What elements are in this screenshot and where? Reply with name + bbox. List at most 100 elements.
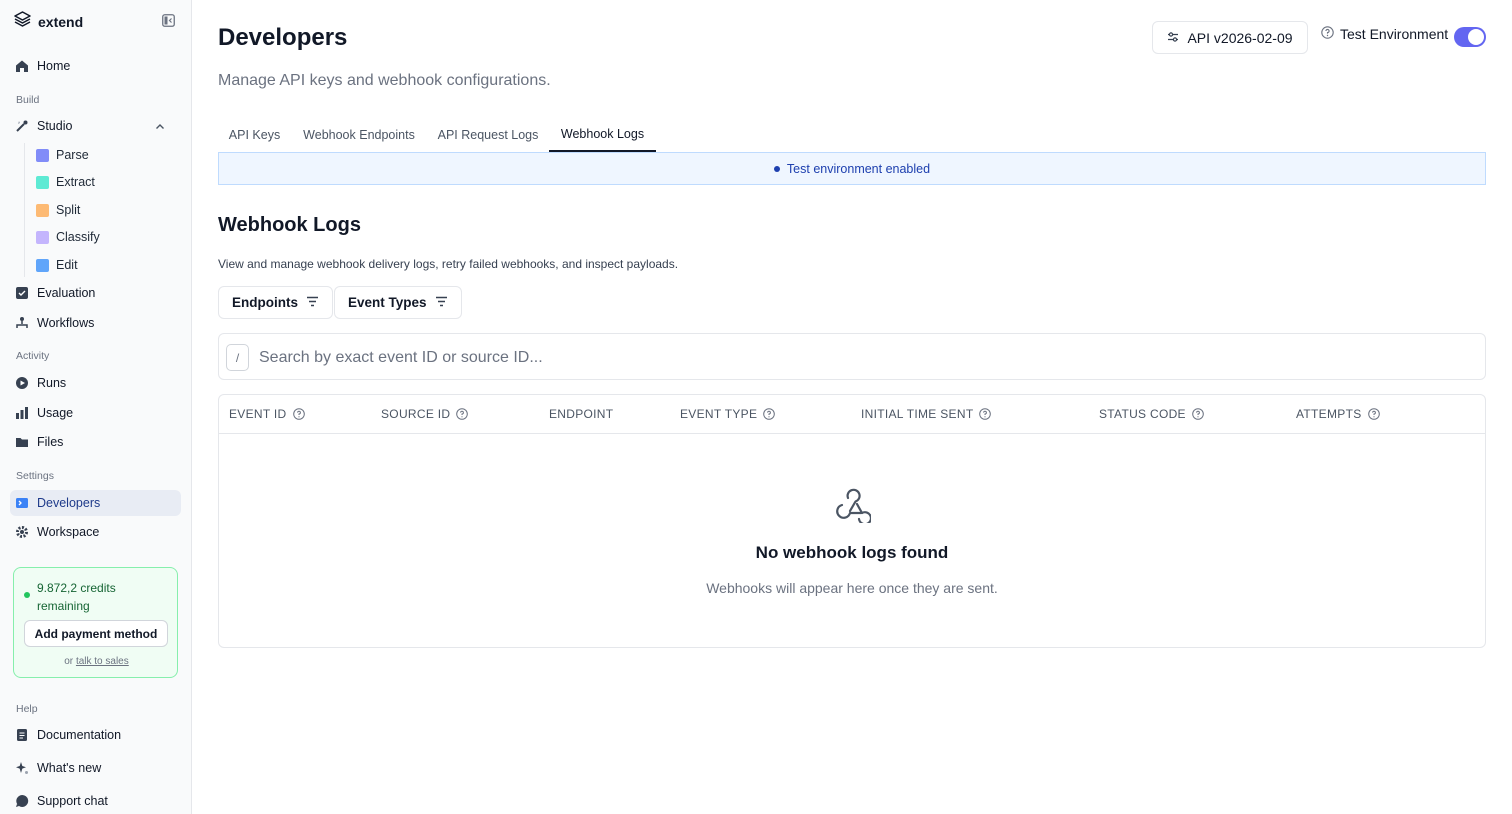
help-circle-icon[interactable] — [763, 408, 776, 420]
collapse-sidebar-icon[interactable] — [160, 12, 176, 28]
column-label: EVENT TYPE — [680, 407, 758, 421]
add-payment-method-button[interactable]: Add payment method — [24, 620, 168, 647]
sidebar-item-parse[interactable]: Parse — [36, 144, 176, 166]
column-header-endpoint[interactable]: ENDPOINT — [549, 407, 613, 421]
developers-icon — [15, 496, 29, 510]
test-environment-banner: Test environment enabled — [218, 152, 1486, 185]
help-circle-icon[interactable] — [1321, 26, 1334, 42]
sidebar-item-label: Extract — [56, 175, 95, 189]
sidebar-item-label: Runs — [37, 376, 67, 390]
sidebar-item-evaluation[interactable]: Evaluation — [10, 280, 181, 306]
tab-webhook-endpoints[interactable]: Webhook Endpoints — [291, 118, 427, 152]
column-label: STATUS CODE — [1099, 407, 1186, 421]
section-label-help: Help — [16, 703, 38, 715]
endpoints-filter-button[interactable]: Endpoints — [218, 286, 333, 319]
sidebar-item-support-chat[interactable]: Support chat — [10, 788, 181, 814]
studio-icon — [15, 119, 29, 133]
column-label: INITIAL TIME SENT — [861, 407, 974, 421]
credits-remaining: 9.872,2 credits remaining — [37, 581, 116, 613]
chevron-up-icon[interactable] — [155, 121, 165, 135]
talk-to-sales-link[interactable]: talk to sales — [76, 656, 129, 667]
banner-text: Test environment enabled — [786, 161, 931, 176]
test-environment-toggle[interactable] — [1454, 27, 1486, 47]
webhook-logs-table: EVENT ID SOURCE ID ENDPOINT EVENT TYPE I… — [218, 394, 1486, 648]
sidebar-item-developers[interactable]: Developers — [10, 490, 181, 516]
evaluation-icon — [15, 286, 29, 300]
page-title: Developers — [218, 24, 348, 51]
sidebar-item-label: Classify — [56, 230, 100, 244]
column-label: ATTEMPTS — [1296, 407, 1362, 421]
sidebar-item-label: Edit — [56, 258, 78, 272]
webhook-icon — [833, 485, 873, 526]
sidebar-item-workflows[interactable]: Workflows — [10, 310, 181, 336]
sidebar-item-studio[interactable]: Studio — [10, 113, 181, 139]
sidebar-item-label: Evaluation — [37, 286, 96, 300]
column-header-source-id[interactable]: SOURCE ID — [381, 407, 469, 421]
sidebar-item-usage[interactable]: Usage — [10, 400, 181, 426]
search-shortcut-key: / — [226, 344, 249, 371]
sidebar-item-workspace[interactable]: Workspace — [10, 519, 181, 545]
filter-icon — [306, 295, 319, 310]
credits-card: 9.872,2 credits remaining Add payment me… — [13, 567, 178, 678]
credits-status-dot — [24, 592, 30, 598]
document-icon — [15, 728, 29, 742]
sidebar-item-label: Parse — [56, 148, 89, 162]
talk-to-sales-line: or talk to sales — [14, 656, 179, 667]
api-version-label: API v2026-02-09 — [1187, 29, 1293, 46]
banner-dot — [773, 165, 780, 172]
sidebar-item-label: Workspace — [37, 525, 100, 539]
sidebar-item-whats-new[interactable]: What's new — [10, 755, 181, 781]
section-label-activity: Activity — [16, 350, 50, 362]
sidebar-item-runs[interactable]: Runs — [10, 370, 181, 396]
sidebar-item-files[interactable]: Files — [10, 429, 181, 455]
filter-label: Endpoints — [232, 295, 298, 310]
sidebar-item-label: Workflows — [37, 316, 95, 330]
sidebar-item-home[interactable]: Home — [10, 53, 181, 79]
search-input[interactable] — [259, 344, 1459, 371]
studio-sub-rail — [24, 143, 25, 277]
tab-api-request-logs[interactable]: API Request Logs — [427, 118, 549, 152]
extract-icon — [36, 175, 49, 189]
column-header-initial-time-sent[interactable]: INITIAL TIME SENT — [861, 407, 992, 421]
api-version-button[interactable]: API v2026-02-09 — [1152, 21, 1308, 54]
classify-icon — [36, 230, 49, 244]
sidebar-item-label: Documentation — [37, 728, 122, 742]
sidebar-item-extract[interactable]: Extract — [36, 171, 176, 193]
column-header-status-code[interactable]: STATUS CODE — [1099, 407, 1204, 421]
tab-api-keys[interactable]: API Keys — [218, 118, 291, 152]
bar-chart-icon — [15, 406, 29, 420]
sidebar-item-label: Support chat — [37, 794, 108, 808]
sidebar-item-split[interactable]: Split — [36, 199, 176, 221]
section-label-settings: Settings — [16, 470, 54, 482]
page-subtitle: Manage API keys and webhook configuratio… — [218, 72, 551, 89]
help-circle-icon[interactable] — [456, 408, 469, 420]
sidebar-item-label: Split — [56, 203, 81, 217]
sidebar-item-label: Studio — [37, 119, 73, 133]
table-header: EVENT ID SOURCE ID ENDPOINT EVENT TYPE I… — [219, 395, 1485, 434]
column-label: EVENT ID — [229, 407, 287, 421]
help-circle-icon[interactable] — [979, 408, 992, 420]
main-content: Developers Manage API keys and webhook c… — [192, 0, 1512, 814]
sidebar-item-label: What's new — [37, 761, 102, 775]
sidebar-item-edit[interactable]: Edit — [36, 254, 176, 276]
brand[interactable]: extend — [14, 11, 83, 32]
sliders-icon — [1167, 30, 1179, 46]
or-text: or — [64, 656, 74, 667]
column-header-event-id[interactable]: EVENT ID — [229, 407, 305, 421]
help-circle-icon[interactable] — [292, 408, 305, 420]
column-header-attempts[interactable]: ATTEMPTS — [1296, 407, 1380, 421]
help-circle-icon[interactable] — [1192, 408, 1204, 420]
home-icon — [15, 59, 29, 73]
extend-logo-icon — [14, 11, 31, 32]
empty-state-subtitle: Webhooks will appear here once they are … — [706, 580, 998, 596]
column-header-event-type[interactable]: EVENT TYPE — [680, 407, 776, 421]
sidebar-item-label: Home — [37, 59, 71, 73]
sidebar-item-classify[interactable]: Classify — [36, 226, 176, 248]
column-label: ENDPOINT — [549, 407, 614, 421]
tab-webhook-logs[interactable]: Webhook Logs — [549, 118, 656, 152]
help-circle-icon[interactable] — [1367, 408, 1380, 420]
split-icon — [36, 203, 49, 217]
event-types-filter-button[interactable]: Event Types — [334, 286, 462, 319]
column-label: SOURCE ID — [381, 407, 451, 421]
sidebar-item-documentation[interactable]: Documentation — [10, 722, 181, 748]
